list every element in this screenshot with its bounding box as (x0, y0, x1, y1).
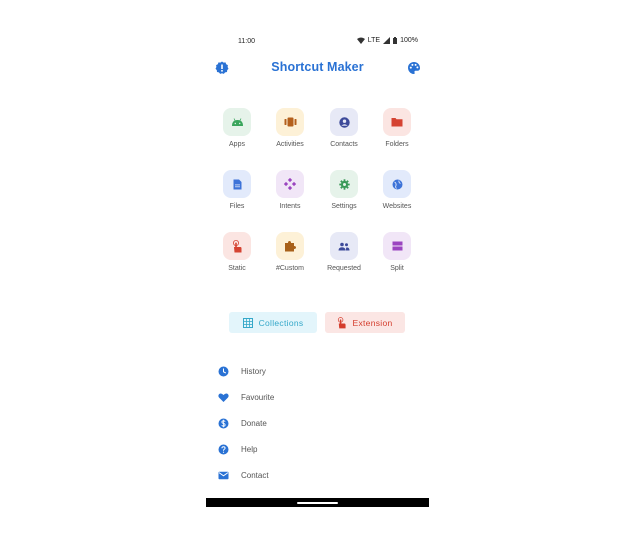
grid-item-label: Activities (276, 141, 304, 148)
globe-icon (392, 179, 402, 189)
grid-icon (242, 317, 253, 328)
mail-icon (218, 471, 229, 479)
grid-item-contacts[interactable]: Contacts (319, 108, 369, 148)
grid-item-intents[interactable]: Intents (265, 170, 315, 210)
help-icon (218, 444, 229, 454)
menu-item-help[interactable]: Help (206, 439, 429, 459)
file-icon (233, 179, 241, 189)
grid-item-label: Intents (279, 203, 301, 210)
activities-tile (276, 108, 304, 136)
status-bar: 11:00 LTE 100% (206, 37, 429, 49)
grid-item-label: Split (390, 265, 404, 272)
menu-item-label: Donate (241, 418, 267, 428)
heart-icon (218, 393, 229, 402)
grid-item-label: Contacts (330, 141, 358, 148)
split-icon (392, 241, 402, 251)
requested-tile (330, 232, 358, 260)
grid-item-folders[interactable]: Folders (372, 108, 422, 148)
apps-tile (223, 108, 251, 136)
contact-icon (338, 116, 350, 128)
extension-button[interactable]: Extension (325, 312, 405, 333)
navigation-bar (206, 498, 429, 507)
grid-item-settings[interactable]: Settings (319, 170, 369, 210)
menu-item-label: Favourite (241, 392, 275, 402)
grid-item-websites[interactable]: Websites (372, 170, 422, 210)
dollar-icon (218, 418, 229, 428)
menu-item-contact[interactable]: Contact (206, 465, 429, 485)
grid-item-label: Static (228, 265, 246, 272)
folder-icon (391, 118, 403, 127)
grid-item-split[interactable]: Split (372, 232, 422, 272)
grid-item-label: Settings (331, 203, 357, 210)
grid-item-files[interactable]: Files (212, 170, 262, 210)
contacts-tile (330, 108, 358, 136)
android-icon (231, 117, 243, 126)
battery-level: 100% (400, 37, 418, 44)
grid-item-custom[interactable]: #Custom (265, 232, 315, 272)
static-tile (223, 232, 251, 260)
phone-screen: 11:00 LTE 100% Shortcut Maker Apps Activ… (206, 30, 429, 507)
folders-tile (383, 108, 411, 136)
menu-item-donate[interactable]: Donate (206, 413, 429, 433)
grid-item-label: Websites (382, 203, 412, 210)
intents-tile (276, 170, 304, 198)
files-tile (223, 170, 251, 198)
signal-icon (383, 37, 391, 44)
menu-item-favourite[interactable]: Favourite (206, 387, 429, 407)
app-bar: Shortcut Maker (206, 59, 429, 79)
grid-item-static[interactable]: Static (212, 232, 262, 272)
grid-item-label: Requested (327, 265, 361, 272)
split-tile (383, 232, 411, 260)
touch-icon (233, 239, 242, 252)
people-icon (338, 242, 350, 250)
clock-icon (218, 366, 229, 376)
touch-icon (338, 316, 347, 328)
collections-label: Collections (258, 317, 304, 328)
grid-item-requested[interactable]: Requested (319, 232, 369, 272)
activity-icon (284, 117, 296, 127)
puzzle-icon (285, 241, 296, 252)
wifi-icon (356, 37, 365, 44)
menu-item-label: History (241, 366, 266, 376)
extension-label: Extension (352, 317, 393, 328)
home-gesture-handle[interactable] (297, 502, 338, 504)
settings-icon (338, 178, 350, 190)
status-time: 11:00 (238, 38, 255, 45)
network-label: LTE (367, 37, 381, 44)
grid-item-label: #Custom (275, 265, 304, 272)
websites-tile (383, 170, 411, 198)
gamepad-icon (284, 178, 296, 190)
custom-tile (276, 232, 304, 260)
grid-item-activities[interactable]: Activities (265, 108, 315, 148)
palette-icon[interactable] (407, 61, 421, 75)
battery-icon (393, 37, 398, 44)
status-icons: LTE 100% (356, 37, 418, 44)
menu-item-label: Contact (241, 470, 269, 480)
grid-item-label: Files (229, 203, 245, 210)
settings-tile (330, 170, 358, 198)
grid-item-label: Folders (385, 141, 409, 148)
app-title: Shortcut Maker (271, 60, 364, 74)
menu-item-label: Help (241, 444, 258, 454)
menu-item-history[interactable]: History (206, 361, 429, 381)
grid-item-apps[interactable]: Apps (212, 108, 262, 148)
chips-row: Collections Extension (206, 312, 429, 333)
collections-button[interactable]: Collections (229, 312, 317, 333)
grid-item-label: Apps (229, 141, 245, 148)
